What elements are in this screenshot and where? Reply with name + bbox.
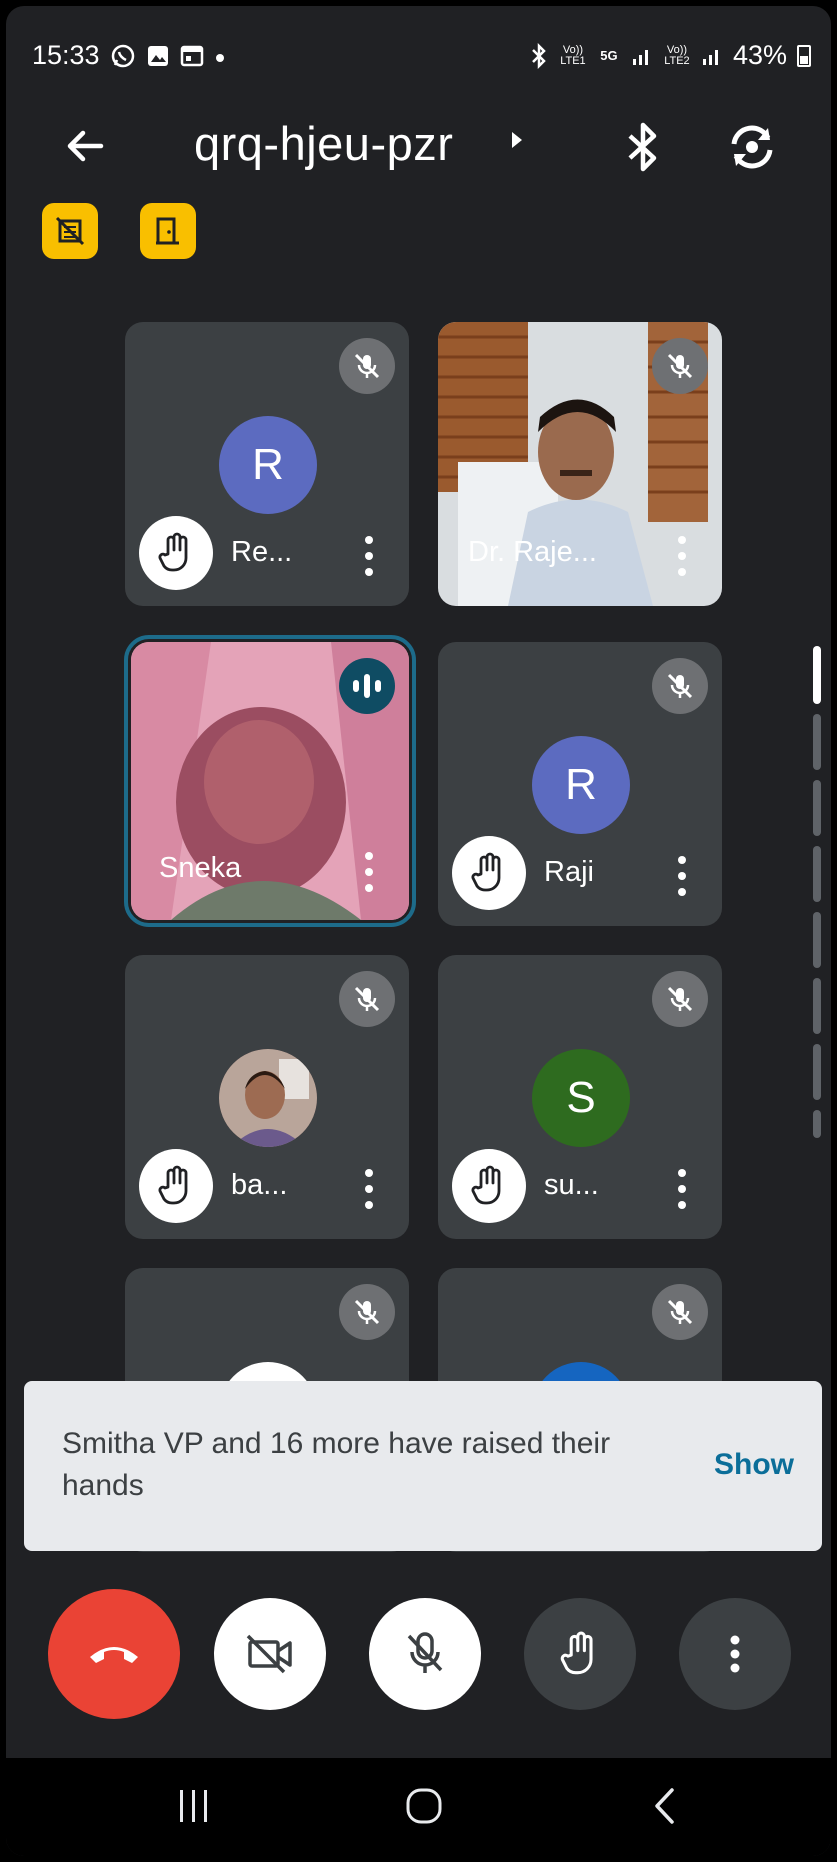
switch-camera-icon[interactable] <box>724 120 780 174</box>
camera-off-icon <box>246 1634 292 1674</box>
participant-name: Re... <box>231 536 293 568</box>
whatsapp-icon <box>111 44 134 67</box>
raised-hand-badge <box>139 1149 213 1223</box>
mic-muted-badge <box>339 971 395 1027</box>
mic-muted-badge <box>652 658 708 714</box>
no-recording-badge[interactable] <box>42 203 98 259</box>
end-call-icon <box>90 1647 138 1663</box>
raised-hand-badge <box>139 516 213 590</box>
raised-hand-icon <box>471 1165 501 1205</box>
raised-hand-badge <box>452 836 526 910</box>
mic-toggle-button[interactable] <box>369 1598 481 1710</box>
status-left: 15:33 <box>32 40 226 71</box>
meet-screen: 15:33 Vo)) LTE1 5G Vo)) LTE2 43% qrq-hje… <box>6 6 831 1856</box>
raised-hand-badge <box>452 1149 526 1223</box>
status-bar: 15:33 Vo)) LTE1 5G Vo)) LTE2 43% <box>6 6 831 76</box>
mic-muted-badge <box>652 338 708 394</box>
end-call-button[interactable] <box>48 1589 180 1719</box>
mic-off-icon <box>354 986 380 1012</box>
audio-level-icon <box>353 674 381 698</box>
exit-door-icon <box>156 217 179 245</box>
participant-name: ba... <box>231 1169 288 1201</box>
gallery-icon <box>147 45 168 66</box>
dot-icon <box>215 53 224 62</box>
more-options-button[interactable] <box>679 1598 791 1710</box>
participant-name: Raji <box>544 856 594 888</box>
home-icon <box>406 1788 442 1824</box>
5g-icon: 5G <box>600 48 618 63</box>
mic-off-icon <box>407 1632 443 1673</box>
raised-hand-icon <box>158 1165 188 1205</box>
status-right: Vo)) LTE1 5G Vo)) LTE2 43% <box>529 40 811 71</box>
mic-muted-badge <box>339 1284 395 1340</box>
tile-more-button[interactable] <box>357 848 381 896</box>
participant-tile[interactable]: Sneka <box>124 635 416 927</box>
mic-off-icon <box>354 1299 380 1325</box>
participant-tile[interactable]: R Re... <box>125 322 409 606</box>
mic-off-icon <box>667 1299 693 1325</box>
battery-percent: 43% <box>732 40 787 70</box>
calendar-icon <box>180 45 203 66</box>
more-options-icon <box>730 1635 740 1673</box>
participant-tile[interactable]: ba... <box>125 955 409 1239</box>
mic-off-icon <box>667 986 693 1012</box>
meeting-code[interactable]: qrq-hjeu-pzr <box>194 116 453 171</box>
back-icon <box>655 1788 674 1824</box>
signal-icon <box>632 49 648 65</box>
mic-muted-badge <box>652 1284 708 1340</box>
exit-door-badge[interactable] <box>140 203 196 259</box>
tile-more-button[interactable] <box>670 852 694 900</box>
tile-more-button[interactable] <box>670 1165 694 1213</box>
participant-tile[interactable]: Dr. Raje... <box>438 322 722 606</box>
photo-avatar <box>219 1049 317 1147</box>
tile-more-button[interactable] <box>670 532 694 580</box>
battery-icon <box>797 44 811 67</box>
signal-icon <box>702 49 718 65</box>
mic-off-icon <box>354 353 380 379</box>
raise-hand-icon <box>560 1631 593 1675</box>
raised-hand-icon <box>471 852 501 892</box>
mic-off-icon <box>667 353 693 379</box>
status-time: 15:33 <box>32 40 100 70</box>
show-button[interactable]: Show <box>714 1448 794 1482</box>
tile-more-button[interactable] <box>357 532 381 580</box>
tile-more-button[interactable] <box>357 1165 381 1213</box>
system-nav-bar <box>6 1758 831 1856</box>
back-button[interactable] <box>634 1776 694 1836</box>
back-arrow-icon[interactable] <box>61 122 109 170</box>
avatar: R <box>532 736 630 834</box>
participant-name: Sneka <box>159 852 242 884</box>
volte2-icon: Vo)) LTE2 <box>664 43 690 67</box>
avatar: R <box>219 416 317 514</box>
home-button[interactable] <box>394 1776 454 1836</box>
caret-right-icon[interactable] <box>510 128 524 152</box>
no-recording-icon <box>55 216 85 246</box>
bluetooth-icon <box>532 42 546 69</box>
raise-hand-button[interactable] <box>524 1598 636 1710</box>
bluetooth-icon[interactable] <box>618 120 668 174</box>
raised-hand-icon <box>158 532 188 572</box>
recent-apps-icon <box>180 1790 207 1822</box>
camera-toggle-button[interactable] <box>214 1598 326 1710</box>
participant-name: Dr. Raje... <box>468 536 597 568</box>
avatar: S <box>532 1049 630 1147</box>
raised-hands-snackbar: Smitha VP and 16 more have raised their … <box>24 1381 822 1551</box>
mic-muted-badge <box>339 338 395 394</box>
recent-apps-button[interactable] <box>164 1776 224 1836</box>
mic-muted-badge <box>652 971 708 1027</box>
volte1-icon: Vo)) LTE1 <box>560 43 586 67</box>
participant-name: su... <box>544 1169 599 1201</box>
snackbar-message: Smitha VP and 16 more have raised their … <box>62 1427 611 1502</box>
speaking-indicator <box>339 658 395 714</box>
mic-off-icon <box>667 673 693 699</box>
call-header: qrq-hjeu-pzr <box>6 106 831 186</box>
participant-tile[interactable]: S su... <box>438 955 722 1239</box>
participant-tile[interactable]: R Raji <box>438 642 722 926</box>
